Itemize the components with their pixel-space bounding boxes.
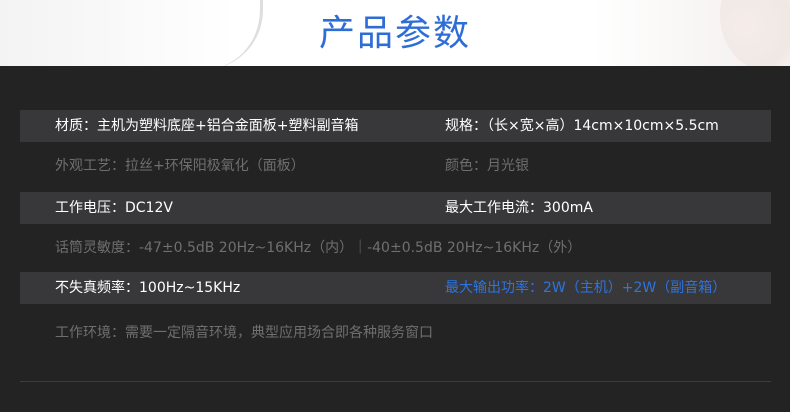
spec-row: 不失真频率：100Hz~15KHz 最大输出功率：2W（主机）+2W（副音箱） bbox=[20, 272, 771, 304]
spec-size: 规格：（长×宽×高）14cm×10cm×5.5cm bbox=[445, 118, 719, 134]
spec-voltage: 工作电压：DC12V bbox=[55, 200, 173, 216]
spec-mic-sensitivity: 话筒灵敏度：-47±0.5dB 20Hz~16KHz（内）｜-40±0.5dB … bbox=[55, 240, 582, 256]
spec-max-output-power: 最大输出功率：2W（主机）+2W（副音箱） bbox=[445, 280, 727, 296]
divider bbox=[20, 381, 771, 382]
spec-row: 话筒灵敏度：-47±0.5dB 20Hz~16KHz（内）｜-40±0.5dB … bbox=[20, 232, 771, 264]
spec-undistorted-frequency: 不失真频率：100Hz~15KHz bbox=[55, 280, 241, 296]
spec-process: 外观工艺：拉丝+环保阳极氧化（面板） bbox=[55, 158, 305, 174]
spec-max-current: 最大工作电流：300mA bbox=[445, 200, 593, 216]
spec-row: 外观工艺：拉丝+环保阳极氧化（面板） 颜色：月光银 bbox=[20, 150, 771, 182]
spec-row: 工作环境：需要一定隔音环境，典型应用场合即各种服务窗口 bbox=[20, 317, 771, 349]
header-banner: 产品参数 bbox=[0, 0, 790, 66]
spec-material: 材质：主机为塑料底座+铝合金面板+塑料副音箱 bbox=[55, 118, 359, 134]
spec-color: 颜色：月光银 bbox=[445, 158, 529, 174]
spec-environment: 工作环境：需要一定隔音环境，典型应用场合即各种服务窗口 bbox=[55, 325, 433, 341]
page-title: 产品参数 bbox=[318, 13, 471, 54]
spec-row: 材质：主机为塑料底座+铝合金面板+塑料副音箱 规格：（长×宽×高）14cm×10… bbox=[20, 110, 771, 142]
spec-row: 工作电压：DC12V 最大工作电流：300mA bbox=[20, 192, 771, 224]
